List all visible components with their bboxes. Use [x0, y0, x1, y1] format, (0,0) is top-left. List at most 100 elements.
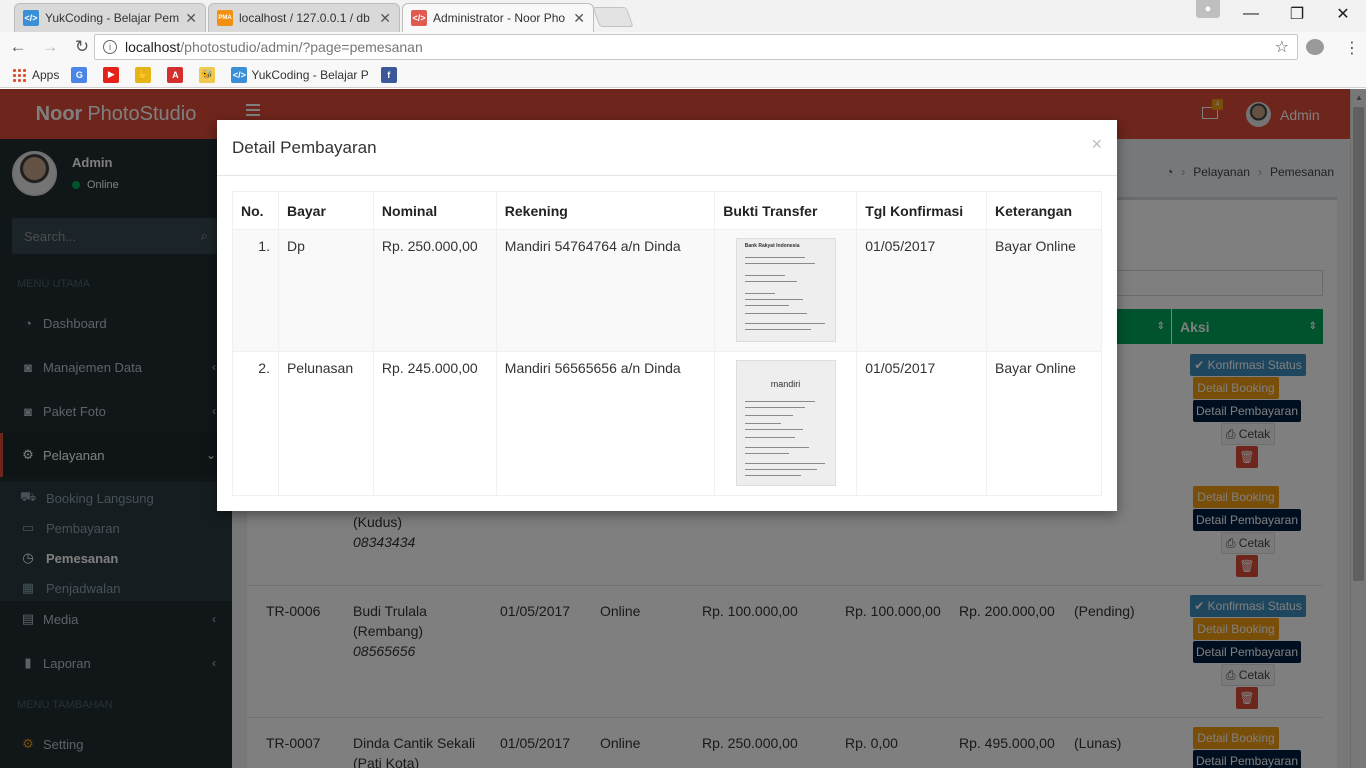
facebook-icon: f [380, 66, 397, 83]
bookmark-label: YukCoding - Belajar P [251, 67, 369, 82]
payment-detail-table: No. Bayar Nominal Rekening Bukti Transfe… [232, 191, 1102, 496]
bookmark-facebook[interactable]: f [380, 66, 401, 83]
receipt-line [744, 281, 797, 282]
row-bukti-transfer: Bank Rakyat Indonesia [714, 229, 858, 352]
browser-tab-administrator[interactable]: </> Administrator - Noor Pho ✕ [402, 3, 594, 32]
modal-title: Detail Pembayaran [232, 138, 377, 157]
row-tgl-konfirmasi: 01/05/2017 [856, 229, 988, 352]
browser-tabbar: </> YukCoding - Belajar Pem ✕ PMA localh… [0, 0, 1366, 32]
new-tab-button[interactable] [592, 7, 634, 27]
col-header-tgl-konfirmasi: Tgl Konfirmasi [856, 191, 988, 230]
receipt-line [744, 275, 785, 276]
receipt-line [744, 323, 825, 324]
bookmark-star-icon[interactable]: ☆ [1275, 37, 1289, 57]
reload-icon[interactable]: ↻ [68, 33, 96, 61]
apps-grid-icon [12, 67, 26, 82]
row-tgl-konfirmasi: 01/05/2017 [856, 351, 988, 496]
translate-icon: G [71, 66, 88, 83]
modal-header: Detail Pembayaran × [217, 120, 1117, 176]
url-host: localhost [125, 39, 181, 55]
browser-toolbar: ← → ↻ i localhost/photostudio/admin/?pag… [0, 32, 1366, 62]
receipt-bank-name: mandiri [770, 379, 801, 389]
receipt-line [744, 293, 775, 294]
code-favicon-icon: </> [23, 10, 39, 26]
receipt-line [744, 437, 795, 438]
info-icon[interactable]: i [103, 40, 117, 54]
receipt-line [744, 329, 811, 330]
back-arrow-icon[interactable]: ← [4, 33, 32, 61]
minimize-icon[interactable]: — [1228, 0, 1274, 28]
table-row: 1. Dp Rp. 250.000,00 Mandiri 54764764 a/… [232, 229, 1102, 352]
table-header-row: No. Bayar Nominal Rekening Bukti Transfe… [232, 191, 1102, 230]
forward-arrow-icon[interactable]: → [36, 33, 64, 61]
col-header-bayar: Bayar [277, 191, 374, 230]
row-rekening: Mandiri 54764764 a/n Dinda [495, 229, 716, 352]
extension-icon[interactable] [1306, 39, 1324, 55]
transfer-receipt-image[interactable]: Bank Rakyat Indonesia [735, 238, 836, 342]
receipt-line [744, 475, 801, 476]
row-keterangan: Bayar Online [986, 229, 1102, 352]
close-icon[interactable]: ✕ [185, 10, 197, 27]
receipt-bank-name: Bank Rakyat Indonesia [744, 243, 800, 249]
row-keterangan: Bayar Online [986, 351, 1102, 496]
close-icon[interactable]: ✕ [379, 10, 391, 27]
browser-tab-phpmyadmin[interactable]: PMA localhost / 127.0.0.1 / db ✕ [208, 3, 400, 32]
address-bar[interactable]: i localhost/photostudio/admin/?page=peme… [94, 34, 1298, 60]
bookmark-hand[interactable]: ✋ [135, 66, 155, 83]
profile-icon[interactable]: ● [1196, 0, 1220, 18]
bookmark-youtube[interactable]: ▶ [103, 66, 123, 83]
acrobat-icon: A [167, 66, 184, 83]
col-header-rekening: Rekening [495, 191, 716, 230]
row-bayar: Pelunasan [277, 351, 374, 496]
row-nominal: Rp. 250.000,00 [372, 229, 497, 352]
row-no: 2. [232, 351, 279, 496]
browser-menu-icon[interactable]: ⋮ [1344, 38, 1360, 58]
youtube-icon: ▶ [103, 66, 120, 83]
tab-title: YukCoding - Belajar Pem [45, 11, 180, 25]
receipt-line [744, 469, 817, 470]
bookmark-bee[interactable]: 🐝 [199, 66, 219, 83]
detail-pembayaran-modal: Detail Pembayaran × No. Bayar Nominal Re… [217, 120, 1117, 511]
browser-tab-yukcoding[interactable]: </> YukCoding - Belajar Pem ✕ [14, 3, 206, 32]
receipt-line [744, 263, 815, 264]
restore-icon[interactable]: ❐ [1274, 0, 1320, 28]
receipt-line [744, 305, 789, 306]
receipt-line [744, 423, 781, 424]
row-nominal: Rp. 245.000,00 [372, 351, 497, 496]
code-favicon-icon: </> [231, 66, 248, 83]
close-icon[interactable]: ✕ [573, 10, 585, 27]
bookmark-translate[interactable]: G [71, 66, 91, 83]
table-row: 2. Pelunasan Rp. 245.000,00 Mandiri 5656… [232, 351, 1102, 496]
bookmark-apps[interactable]: Apps [12, 67, 60, 82]
receipt-line [744, 407, 805, 408]
hand-icon: ✋ [135, 66, 152, 83]
receipt-line [744, 257, 805, 258]
row-rekening: Mandiri 56565656 a/n Dinda [495, 351, 716, 496]
tab-title: localhost / 127.0.0.1 / db [239, 11, 370, 25]
col-header-no: No. [232, 191, 279, 230]
window-close-icon[interactable]: ✕ [1320, 0, 1366, 28]
row-bayar: Dp [277, 229, 374, 352]
tab-title: Administrator - Noor Pho [433, 11, 566, 25]
receipt-line [744, 415, 793, 416]
bookmark-label: Apps [32, 67, 60, 82]
modal-close-button[interactable]: × [1091, 134, 1102, 155]
bookmark-yukcoding[interactable]: </> YukCoding - Belajar P [231, 66, 369, 83]
url-path: /photostudio/admin/?page=pemesanan [180, 39, 423, 55]
receipt-line [744, 463, 825, 464]
col-header-nominal: Nominal [372, 191, 497, 230]
bookmark-acrobat[interactable]: A [167, 66, 187, 83]
row-bukti-transfer: mandiri [714, 351, 858, 496]
bee-icon: 🐝 [199, 66, 216, 83]
receipt-line [744, 453, 789, 454]
bookmarks-bar: Apps G ▶ ✋ A 🐝 </> YukCoding - Belajar P… [0, 62, 1366, 88]
col-header-keterangan: Keterangan [986, 191, 1102, 230]
code-favicon-icon: </> [411, 10, 427, 26]
transfer-receipt-image[interactable]: mandiri [735, 360, 836, 486]
col-header-bukti-transfer: Bukti Transfer [714, 191, 858, 230]
row-no: 1. [232, 229, 279, 352]
receipt-line [744, 429, 803, 430]
receipt-line [744, 401, 815, 402]
phpmyadmin-favicon-icon: PMA [217, 10, 233, 26]
receipt-line [744, 299, 803, 300]
